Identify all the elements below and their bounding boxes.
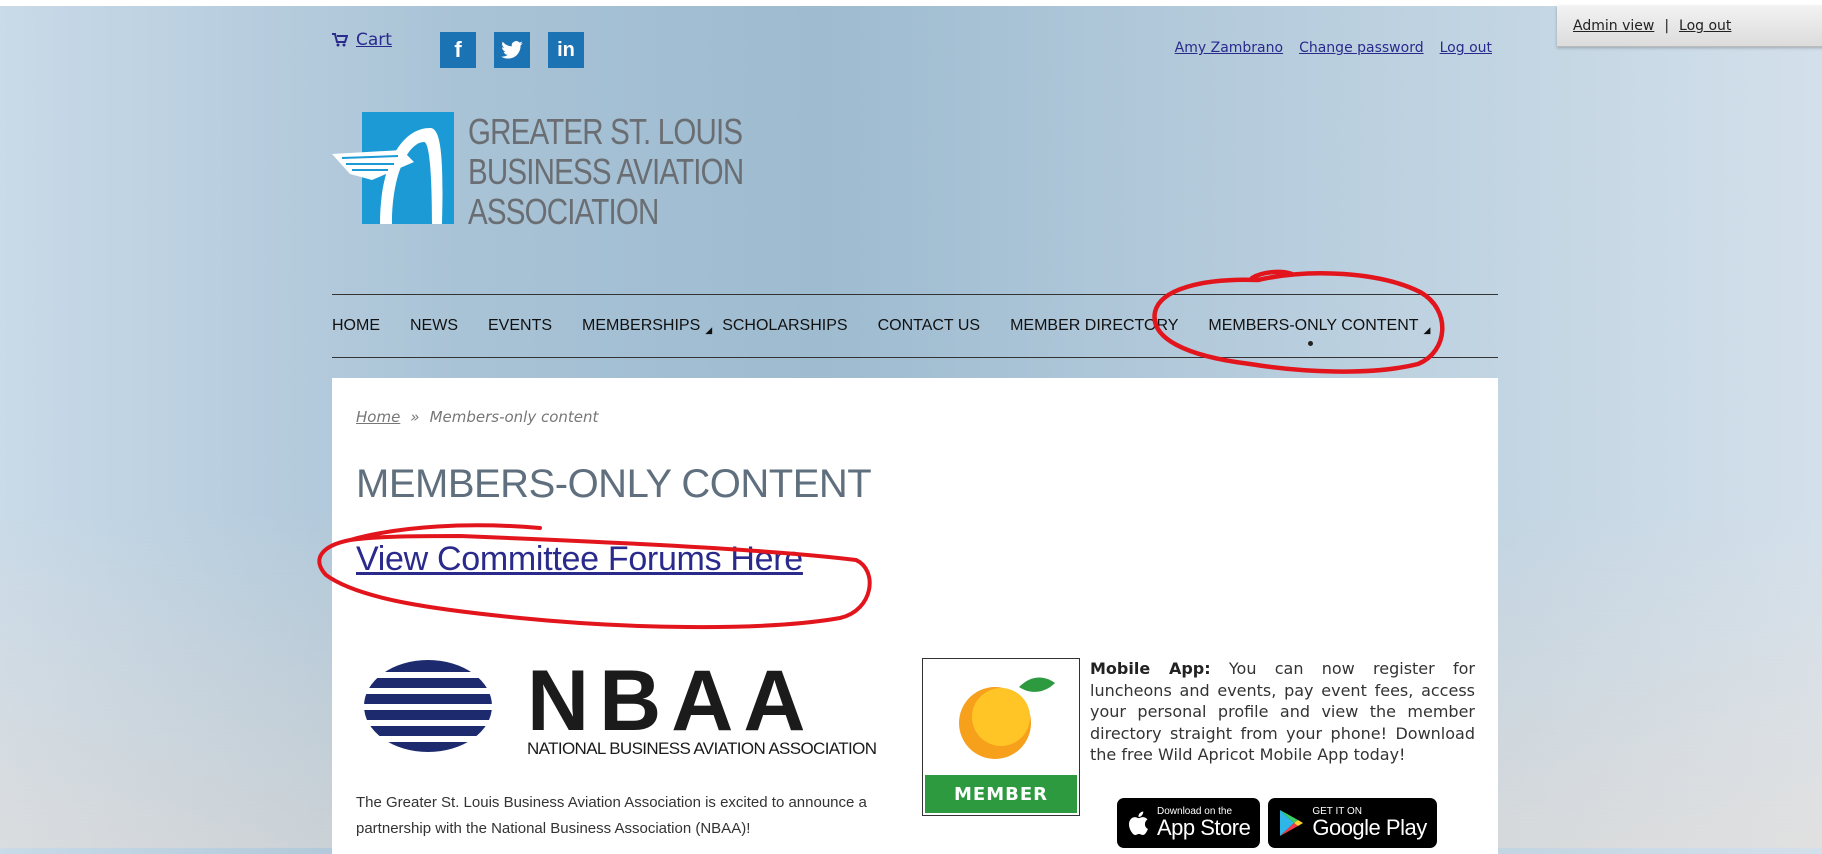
admin-bar: Admin view | Log out: [1557, 6, 1822, 47]
nav-memberships-label: MEMBERSHIPS: [582, 316, 701, 334]
breadcrumb-home[interactable]: Home: [356, 408, 400, 426]
mobile-app-text: Mobile App: You can now register for lun…: [1090, 658, 1475, 766]
linkedin-icon[interactable]: in: [548, 32, 584, 68]
nav-events-label: EVENTS: [488, 317, 553, 334]
breadcrumb: Home » Members-only content: [356, 408, 598, 426]
main-nav: HOME NEWS EVENTS MEMBERSHIPS ◢ SCHOLARSHI…: [332, 294, 1498, 358]
dropdown-arrow-icon: ◢: [705, 324, 713, 335]
google-play-big: Google Play: [1312, 815, 1427, 840]
apricot-icon: [959, 677, 1055, 759]
logo-mark: [332, 110, 456, 224]
nav-scholarships-label: SCHOLARSHIPS: [722, 317, 848, 334]
admin-logout-link[interactable]: Log out: [1679, 18, 1731, 34]
dropdown-arrow-icon: ◢: [1423, 324, 1431, 335]
nav-contact-us-label: CONTACT US: [877, 317, 981, 334]
nav-member-directory-label: MEMBER DIRECTORY: [1010, 317, 1179, 334]
nbaa-announcement: The Greater St. Louis Business Aviation …: [356, 794, 867, 837]
page-container: Cart f in Amy Zambrano Change password L…: [332, 6, 1498, 854]
logo-line-3: ASSOCIATION: [468, 191, 659, 232]
app-store-big: App Store: [1157, 815, 1251, 840]
cart-link-group[interactable]: Cart: [332, 30, 392, 50]
facebook-icon[interactable]: f: [440, 32, 476, 68]
nav-news-label: NEWS: [410, 317, 458, 334]
cart-link[interactable]: Cart: [356, 30, 392, 50]
app-badges: Download on the App Store GET IT ON Goog…: [1117, 798, 1437, 848]
user-name-link[interactable]: Amy Zambrano: [1175, 40, 1283, 56]
admin-view-link[interactable]: Admin view: [1573, 18, 1654, 34]
google-play-text: GET IT ON Google Play: [1312, 807, 1427, 840]
social-links: f in: [440, 32, 584, 68]
app-store-text: Download on the App Store: [1157, 807, 1251, 840]
member-badge: MEMBER: [922, 658, 1080, 816]
logo-line-2: BUSINESS AVIATION: [468, 151, 744, 192]
nbaa-title: NBAA: [527, 658, 815, 749]
member-badge-label: MEMBER: [925, 775, 1077, 813]
nav-memberships[interactable]: MEMBERSHIPS ◢: [582, 317, 712, 336]
nav-home-label: HOME: [332, 317, 380, 334]
breadcrumb-current: Members-only content: [429, 408, 599, 426]
breadcrumb-separator: »: [410, 408, 420, 426]
committee-forums-link[interactable]: View Committee Forums Here: [356, 540, 803, 579]
user-links: Amy Zambrano Change password Log out: [1175, 40, 1492, 56]
active-indicator: [1308, 340, 1314, 346]
twitter-icon[interactable]: [494, 32, 530, 68]
change-password-link[interactable]: Change password: [1299, 40, 1424, 56]
nav-members-only-content[interactable]: MEMBERS-ONLY CONTENT ◢: [1208, 316, 1431, 346]
content-panel: Home » Members-only content MEMBERS-ONLY C…: [332, 378, 1498, 854]
page-title: MEMBERS-ONLY CONTENT: [356, 462, 872, 506]
nav-scholarships[interactable]: SCHOLARSHIPS: [722, 317, 847, 335]
nav-members-only-label: MEMBERS-ONLY CONTENT: [1208, 316, 1419, 334]
nav-home[interactable]: HOME: [332, 317, 380, 335]
nav-member-directory[interactable]: MEMBER DIRECTORY: [1010, 317, 1178, 335]
nbaa-subtitle: NATIONAL BUSINESS AVIATION ASSOCIATION: [527, 739, 877, 758]
cart-icon: [332, 33, 348, 47]
mobile-app-label: Mobile App:: [1090, 659, 1211, 678]
google-play-icon: [1280, 810, 1304, 836]
admin-separator: |: [1664, 18, 1670, 34]
apple-icon: [1129, 811, 1148, 835]
logo-line-1: GREATER ST. LOUIS: [468, 111, 743, 152]
nav-news[interactable]: NEWS: [410, 317, 458, 335]
nav-events[interactable]: EVENTS: [488, 317, 552, 335]
logo-text: GREATER ST. LOUIS BUSINESS AVIATION ASSO…: [468, 111, 744, 232]
site-logo[interactable]: GREATER ST. LOUIS BUSINESS AVIATION ASSO…: [332, 110, 804, 232]
logout-link[interactable]: Log out: [1440, 40, 1492, 56]
google-play-badge[interactable]: GET IT ON Google Play: [1268, 798, 1437, 848]
nav-contact-us[interactable]: CONTACT US: [878, 317, 981, 335]
app-store-badge[interactable]: Download on the App Store: [1117, 798, 1261, 848]
nbaa-logo[interactable]: NBAA NATIONAL BUSINESS AVIATION ASSOCIAT…: [362, 658, 882, 758]
